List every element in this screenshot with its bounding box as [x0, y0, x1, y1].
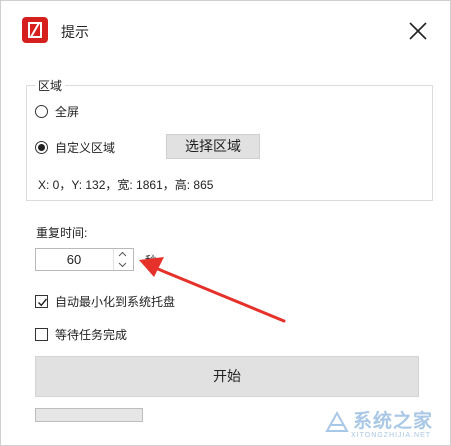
annotation-arrow	[139, 257, 286, 323]
watermark-text: 系统之家	[353, 411, 434, 432]
watermark-subtext: XITONGZHIJIA.NET	[351, 432, 432, 439]
dialog-window: 提示 区域 全屏 自定义区域 选择区域 X: 0，Y: 132，宽: 1861，…	[0, 0, 451, 446]
